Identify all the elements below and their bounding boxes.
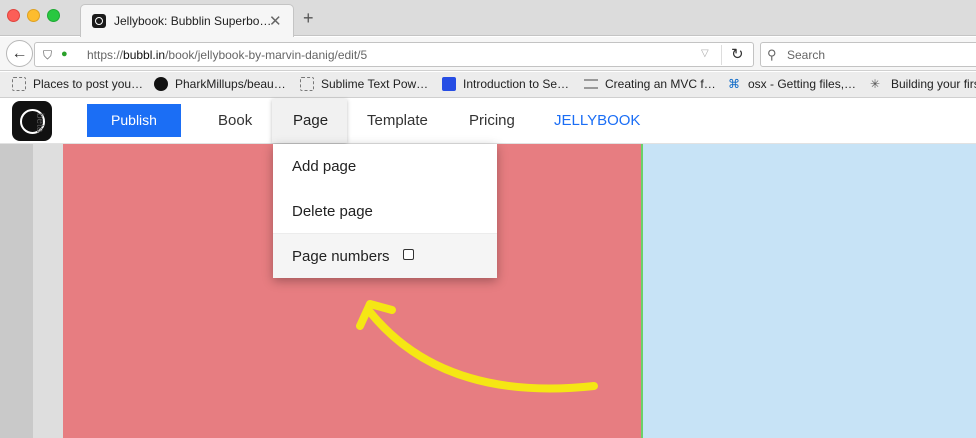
- bookmark-item[interactable]: PharkMillups/beau…: [154, 77, 286, 91]
- lines-icon: [584, 79, 598, 89]
- bookmark-label: osx - Getting files,…: [748, 77, 857, 91]
- nav-template[interactable]: Template: [367, 112, 428, 129]
- bookmark-label: Sublime Text Pow…: [321, 77, 429, 91]
- navigation-bar: ← ⛉ ● https://bubbl.in/book/jellybook-by…: [0, 37, 976, 71]
- window-maximize-button[interactable]: [47, 9, 60, 22]
- right-page[interactable]: [641, 144, 976, 438]
- github-icon: [154, 77, 168, 91]
- url-bar[interactable]: ⛉ ● https://bubbl.in/book/jellybook-by-m…: [34, 42, 754, 67]
- nav-pricing[interactable]: Pricing: [469, 112, 515, 129]
- bookmark-item[interactable]: ✳ Building your firs: [870, 77, 976, 91]
- search-placeholder: Search: [787, 48, 826, 62]
- search-icon: ⚲: [767, 47, 777, 62]
- url-prefix: https://: [87, 48, 124, 62]
- bubblin-logo-icon[interactable]: [12, 101, 52, 141]
- bookmark-item[interactable]: Places to post you…: [12, 77, 144, 91]
- nav-jellybook[interactable]: JELLYBOOK: [554, 112, 640, 129]
- tab-title: Jellybook: Bubblin Superbo…: [114, 14, 272, 28]
- menu-item-label: Delete page: [292, 203, 373, 220]
- window-minimize-button[interactable]: [27, 9, 40, 22]
- bookmarks-bar: Places to post you… PharkMillups/beau… S…: [0, 72, 976, 98]
- url-divider: [721, 45, 722, 65]
- lock-icon[interactable]: ●: [61, 48, 68, 60]
- menu-item-add-page[interactable]: Add page: [273, 144, 497, 189]
- publish-button[interactable]: Publish: [87, 104, 181, 137]
- tab-strip: Jellybook: Bubblin Superbo… ✕ +: [0, 0, 976, 37]
- menu-item-delete-page[interactable]: Delete page: [273, 189, 497, 234]
- annotation-arrow: [356, 300, 598, 393]
- fish-icon: ✳: [870, 77, 881, 91]
- url-domain: bubbl.in: [123, 48, 166, 62]
- command-icon: ⌘: [728, 77, 740, 91]
- url-history-dropdown-icon[interactable]: ▽: [701, 48, 709, 59]
- canvas-gutter: [0, 144, 33, 438]
- bookmark-label: Creating an MVC f…: [605, 77, 716, 91]
- new-tab-button[interactable]: +: [303, 8, 314, 29]
- dashed-box-icon: [300, 77, 314, 91]
- url-text[interactable]: https://bubbl.in/book/jellybook-by-marvi…: [87, 48, 367, 62]
- nav-book[interactable]: Book: [218, 112, 252, 129]
- bookmark-item[interactable]: Introduction to Se…: [442, 77, 570, 91]
- window-close-button[interactable]: [7, 9, 20, 22]
- nav-page[interactable]: Page: [293, 112, 328, 129]
- bookmark-item[interactable]: ⌘ osx - Getting files,…: [728, 77, 857, 91]
- bookmark-label: PharkMillups/beau…: [175, 77, 286, 91]
- back-button[interactable]: ←: [6, 40, 33, 67]
- menu-item-label: Page numbers: [292, 248, 390, 265]
- browser-tab[interactable]: Jellybook: Bubblin Superbo… ✕: [80, 4, 294, 37]
- page-dropdown-menu: Add page Delete page Page numbers: [273, 144, 497, 278]
- page-numbers-checkbox[interactable]: [403, 249, 414, 260]
- css3-icon: [442, 77, 456, 91]
- bookmark-label: Places to post you…: [33, 77, 144, 91]
- tab-close-icon[interactable]: ✕: [269, 12, 282, 30]
- canvas-margin: [33, 144, 63, 438]
- dashed-box-icon: [12, 77, 26, 91]
- nav-page-tab[interactable]: Page: [272, 99, 347, 143]
- bookmark-item[interactable]: Creating an MVC f…: [584, 77, 716, 91]
- menu-item-label: Add page: [292, 158, 357, 175]
- bookmark-label: Introduction to Se…: [463, 77, 570, 91]
- beta-label: beta: [34, 113, 45, 133]
- reload-icon[interactable]: ↻: [731, 45, 744, 63]
- app-header: beta Publish Book Page Template Pricing …: [0, 99, 976, 144]
- bookmark-label: Building your firs: [891, 77, 976, 91]
- menu-item-page-numbers[interactable]: Page numbers: [273, 233, 497, 278]
- search-bar[interactable]: ⚲ Search: [760, 42, 976, 67]
- bubblin-favicon-icon: [92, 14, 106, 28]
- tracking-shield-icon[interactable]: ⛉: [43, 48, 52, 63]
- bookmark-item[interactable]: Sublime Text Pow…: [300, 77, 429, 91]
- url-path: /book/jellybook-by-marvin-danig/edit/5: [165, 48, 368, 62]
